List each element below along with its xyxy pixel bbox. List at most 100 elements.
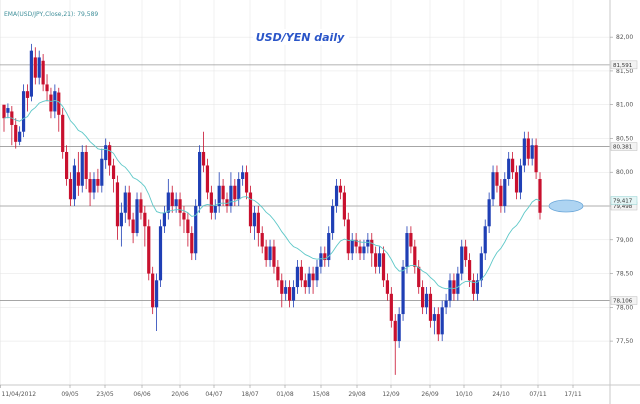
x-tick-label: 26/09 [421,391,438,398]
candle-body [331,206,335,234]
candle-body [182,212,186,220]
candle-body [21,91,26,132]
candle-body [483,226,487,254]
candle-body [358,246,362,254]
candle-body [264,246,268,261]
candle-body [37,57,41,78]
candle-body [291,287,296,301]
x-tick-label: 17/11 [564,391,581,398]
candle-body [381,253,386,281]
candle-body [534,145,538,173]
price-chart: USD/YEN daily EMA(USD/JPY,Close,21): 79,… [0,0,640,404]
candle-body [413,246,417,267]
candle-body [158,226,163,281]
candle-body [41,60,45,85]
candle-body [428,293,433,321]
candle-body [417,266,421,288]
candle-body [18,131,22,142]
y-tick-label: 81,00 [616,102,633,109]
candle-body [464,246,468,261]
candle-body [29,50,33,97]
candle-body [479,253,483,281]
candle-body [221,185,225,200]
candle-body [397,314,401,342]
candle-body [538,178,542,213]
candle-body [319,253,323,267]
candle-body [401,266,405,315]
candle-body [362,246,366,254]
candle-body [288,287,292,301]
candle-body [198,151,202,207]
candle-body [166,192,170,213]
candle-body [334,185,339,207]
candle-body [280,280,284,294]
chart-title: USD/YEN daily [256,31,345,44]
candle-body [127,192,131,220]
y-tick-label: 78,50 [616,271,633,278]
candle-body [76,172,80,186]
candle-body [522,138,526,166]
candle-body [460,246,464,274]
candle-body [526,138,530,159]
candle-body [6,108,10,113]
x-tick-label: 07/11 [529,391,546,398]
candle-body [436,314,440,335]
candle-body [154,280,159,308]
candle-body [315,266,319,281]
candle-body [424,293,429,308]
candle-body [229,185,233,207]
candle-body [233,185,237,200]
candle-body [131,219,135,234]
x-tick-label: 11/04/2012 [2,391,37,398]
candle-body [108,145,112,166]
candle-body [205,165,210,193]
candle-body [174,199,178,207]
candle-body [299,266,303,281]
candle-body [178,199,182,213]
candle-body [88,178,92,193]
x-tick-label: 23/05 [96,391,113,398]
candle-body [100,158,104,186]
x-tick-label: 15/08 [312,391,329,398]
candle-body [135,199,139,234]
candle-body [346,219,350,254]
candle-body [503,178,507,207]
candle-body [303,280,307,288]
plot-background [0,0,640,404]
candle-body [123,192,127,213]
candle-body [111,165,116,179]
candle-body [49,94,53,112]
x-tick-label: 04/07 [205,391,222,398]
candle-body [248,192,253,227]
candle-body [338,185,343,193]
x-tick-label: 18/07 [241,391,258,398]
candle-body [276,266,280,281]
candle-body [467,260,472,281]
candle-body [84,151,88,179]
y-tick-label: 77,50 [616,338,633,345]
candle-body [119,212,123,227]
candle-body [115,182,120,227]
candle-body [444,300,448,308]
y-tick-label: 82,00 [616,34,633,41]
candle-body [25,91,30,98]
candle-body [80,151,84,186]
candle-body [514,172,519,193]
x-tick-label: 29/08 [348,391,365,398]
ema-tag-label: 79,417 [613,199,633,205]
candle-body [530,145,534,159]
level-tag-label: 78,106 [613,299,633,305]
candle-body [162,212,167,227]
candle-body [33,57,37,78]
x-tick-label: 24/10 [492,391,509,398]
x-tick-label: 10/10 [455,391,472,398]
level-tag-label: 80,381 [613,145,632,151]
candle-body [487,199,491,227]
y-tick-label: 78,00 [616,304,633,311]
candle-body [448,280,452,301]
candle-body [252,212,256,227]
candle-body [61,114,65,152]
candle-body [241,172,245,179]
candle-body [104,145,108,161]
candle-body [421,287,425,308]
